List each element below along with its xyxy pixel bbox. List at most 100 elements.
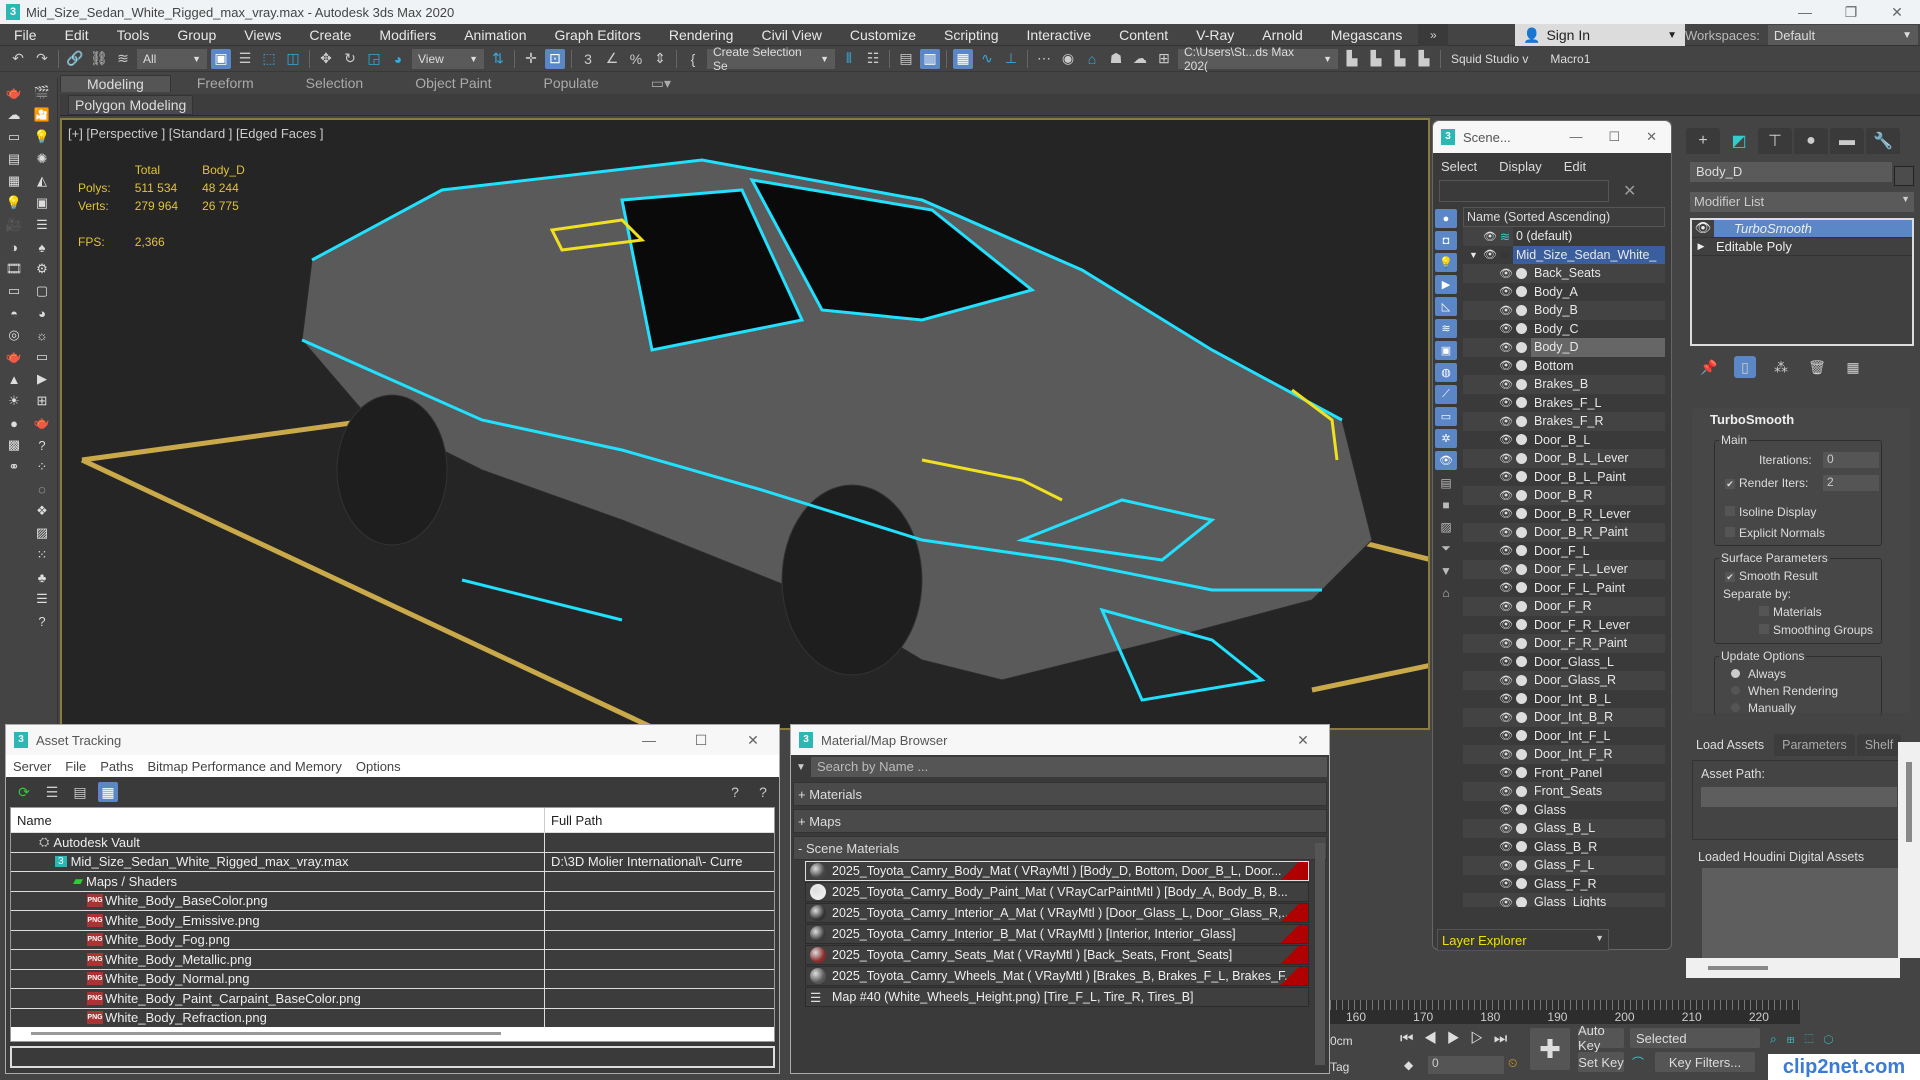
object-row[interactable]: 👁 Glass_B_R xyxy=(1463,837,1665,856)
create-project-icon[interactable]: ▙ xyxy=(1390,49,1410,69)
funnel-icon[interactable]: ▼ xyxy=(1435,561,1457,580)
create-tab-icon[interactable]: + xyxy=(1686,128,1720,154)
pin-stack-icon[interactable]: 📌 xyxy=(1698,356,1720,378)
open-folder-icon[interactable]: ▙ xyxy=(1366,49,1386,69)
undo-icon[interactable]: ↶ xyxy=(8,49,28,69)
select-manipulate-icon[interactable]: ✛ xyxy=(521,49,541,69)
video-camera-icon[interactable]: 🎬 xyxy=(32,84,52,102)
asset-row[interactable]: PNG White_Body_BaseColor.png xyxy=(11,890,774,910)
plane-light-icon[interactable]: ▭ xyxy=(4,282,24,300)
eye-icon[interactable]: 👁 xyxy=(1499,396,1513,409)
smooth-result-checkbox[interactable]: ✔ Smooth Result xyxy=(1725,569,1818,583)
placement-icon[interactable]: ◕ xyxy=(388,49,408,69)
object-row[interactable]: 👁 Brakes_F_L xyxy=(1463,393,1665,412)
object-row[interactable]: 👁 Door_B_R xyxy=(1463,486,1665,505)
eye-icon[interactable]: 👁 xyxy=(1499,618,1513,631)
rendered-frame-window-icon[interactable]: ☗ xyxy=(1106,49,1126,69)
window-crossing-icon[interactable]: ◫ xyxy=(283,49,303,69)
scene-search-input[interactable] xyxy=(1439,180,1609,202)
project-structure-icon[interactable]: ▙ xyxy=(1414,49,1434,69)
object-row[interactable]: 👁 Door_Int_F_R xyxy=(1463,745,1665,764)
eye-icon[interactable]: 👁 xyxy=(1499,692,1513,705)
asset-path-input[interactable] xyxy=(1701,787,1897,807)
menu-views[interactable]: Views xyxy=(230,27,295,43)
render-iters-checkbox[interactable]: ✔ Render Iters: xyxy=(1725,476,1808,490)
eye-icon[interactable]: 👁 xyxy=(1499,489,1513,502)
eye-icon[interactable]: 👁 xyxy=(1499,766,1513,779)
redo-icon[interactable]: ↷ xyxy=(32,49,52,69)
sphere-light-icon[interactable]: ● xyxy=(4,414,24,432)
curve-editor-icon[interactable]: ∿ xyxy=(977,49,997,69)
object-row[interactable]: 👁 Door_Int_B_R xyxy=(1463,708,1665,727)
object-row[interactable]: 👁 Door_Glass_L xyxy=(1463,652,1665,671)
radio-when-rendering[interactable]: When Rendering xyxy=(1731,684,1838,698)
object-row[interactable]: 👁 Body_D xyxy=(1463,338,1665,357)
scene-menu-edit[interactable]: Edit xyxy=(1564,159,1586,174)
object-row[interactable]: 👁 Door_F_R_Lever xyxy=(1463,615,1665,634)
menu-arnold[interactable]: Arnold xyxy=(1248,27,1316,43)
schematic-view-icon[interactable]: ⋯ xyxy=(1034,49,1054,69)
spinner-snap-icon[interactable]: ⇕ xyxy=(650,49,670,69)
object-row[interactable]: 👁 Door_B_L xyxy=(1463,430,1665,449)
loaded-hda-list[interactable] xyxy=(1702,868,1906,958)
column-name[interactable]: Name xyxy=(11,808,545,832)
eye-icon[interactable]: 👁 xyxy=(1499,785,1513,798)
object-name-field[interactable]: Body_D xyxy=(1690,162,1892,182)
hierarchy-tab-icon[interactable]: ⊤ xyxy=(1758,128,1792,154)
asset-row[interactable]: PNG White_Body_Metallic.png xyxy=(11,949,774,969)
eye-icon[interactable]: 👁 xyxy=(1499,822,1513,835)
minimize-button[interactable]: — xyxy=(623,732,675,749)
dope-sheet-icon[interactable]: ⊥ xyxy=(1001,49,1021,69)
close-button[interactable]: ✕ xyxy=(1874,0,1920,24)
eye-icon[interactable]: 👁 xyxy=(1499,581,1513,594)
eye-icon[interactable]: 👁 xyxy=(1499,877,1513,890)
edit-named-selection-icon[interactable]: { xyxy=(683,49,703,69)
motion-tab-icon[interactable]: ● xyxy=(1794,128,1828,154)
cloud-icon[interactable]: ☁ xyxy=(4,106,24,124)
snap-toggle-icon[interactable]: 3 xyxy=(578,49,598,69)
display-all-icon[interactable]: ▤ xyxy=(1435,473,1457,492)
key-mode-icon[interactable]: ◆ xyxy=(1404,1058,1413,1072)
set-key-big-button[interactable]: ✚ xyxy=(1530,1028,1570,1070)
render-iters-spinner[interactable]: 2 xyxy=(1823,475,1879,491)
prism-icon[interactable]: ◭ xyxy=(32,172,52,190)
scale-icon[interactable]: ◲ xyxy=(364,49,384,69)
section-scene-materials[interactable]: - Scene Materials xyxy=(793,836,1327,860)
asset-menu-server[interactable]: Server xyxy=(6,759,58,774)
rect-selection-icon[interactable]: ⬚ xyxy=(259,49,279,69)
material-search-input[interactable]: Search by Name ... xyxy=(811,757,1327,777)
close-button[interactable]: ✕ xyxy=(727,732,779,749)
iterations-spinner[interactable]: 0 xyxy=(1823,452,1879,468)
align-icon[interactable]: ☷ xyxy=(863,49,883,69)
eye-icon[interactable]: 👁 xyxy=(1692,220,1714,237)
menu-scripting[interactable]: Scripting xyxy=(930,27,1012,43)
column-full-path[interactable]: Full Path xyxy=(545,808,608,832)
ribbon-toggle-icon[interactable]: ▦ xyxy=(953,48,973,69)
squid-studio-button[interactable]: Squid Studio v xyxy=(1451,52,1528,66)
eye-icon[interactable]: 👁 xyxy=(1499,840,1513,853)
eye-icon[interactable]: 👁 xyxy=(1499,544,1513,557)
stack-item-editable-poly[interactable]: ▶ Editable Poly xyxy=(1692,238,1912,256)
menu-tools[interactable]: Tools xyxy=(103,27,164,43)
move-icon[interactable]: ✥ xyxy=(316,49,336,69)
select-by-name-icon[interactable]: ☰ xyxy=(235,49,255,69)
ribbon-tab-modeling[interactable]: Modeling xyxy=(60,74,171,92)
next-frame-icon[interactable]: ▷ xyxy=(1470,1030,1493,1047)
invert-display-icon[interactable]: ▨ xyxy=(1435,517,1457,536)
object-row[interactable]: 👁 Glass_Lights xyxy=(1463,893,1665,907)
minimize-button[interactable]: — xyxy=(1782,0,1828,24)
polygon-modeling-button[interactable]: Polygon Modeling xyxy=(68,95,194,115)
object-row[interactable]: 👁 Body_A xyxy=(1463,282,1665,301)
auto-key-button[interactable]: Auto Key xyxy=(1578,1023,1624,1053)
show-end-result-icon[interactable]: ▯ xyxy=(1734,356,1756,378)
menu-group[interactable]: Group xyxy=(163,27,230,43)
go-to-start-icon[interactable]: ⏮ xyxy=(1400,1030,1424,1047)
selection-filter-dropdown[interactable]: All ▼ xyxy=(137,48,207,69)
utilities-tab-icon[interactable]: 🔧 xyxy=(1866,128,1900,154)
asset-row[interactable]: PNG White_Body_Refraction.png xyxy=(11,1007,774,1027)
tree-icon[interactable]: ♠ xyxy=(32,238,52,256)
object-row[interactable]: 👁 Bottom xyxy=(1463,356,1665,375)
material-editor-icon[interactable]: ◉ xyxy=(1058,49,1078,69)
teapot-outline-icon[interactable]: 🫖 xyxy=(32,414,52,432)
eye-icon[interactable]: 👁 xyxy=(1499,285,1513,298)
